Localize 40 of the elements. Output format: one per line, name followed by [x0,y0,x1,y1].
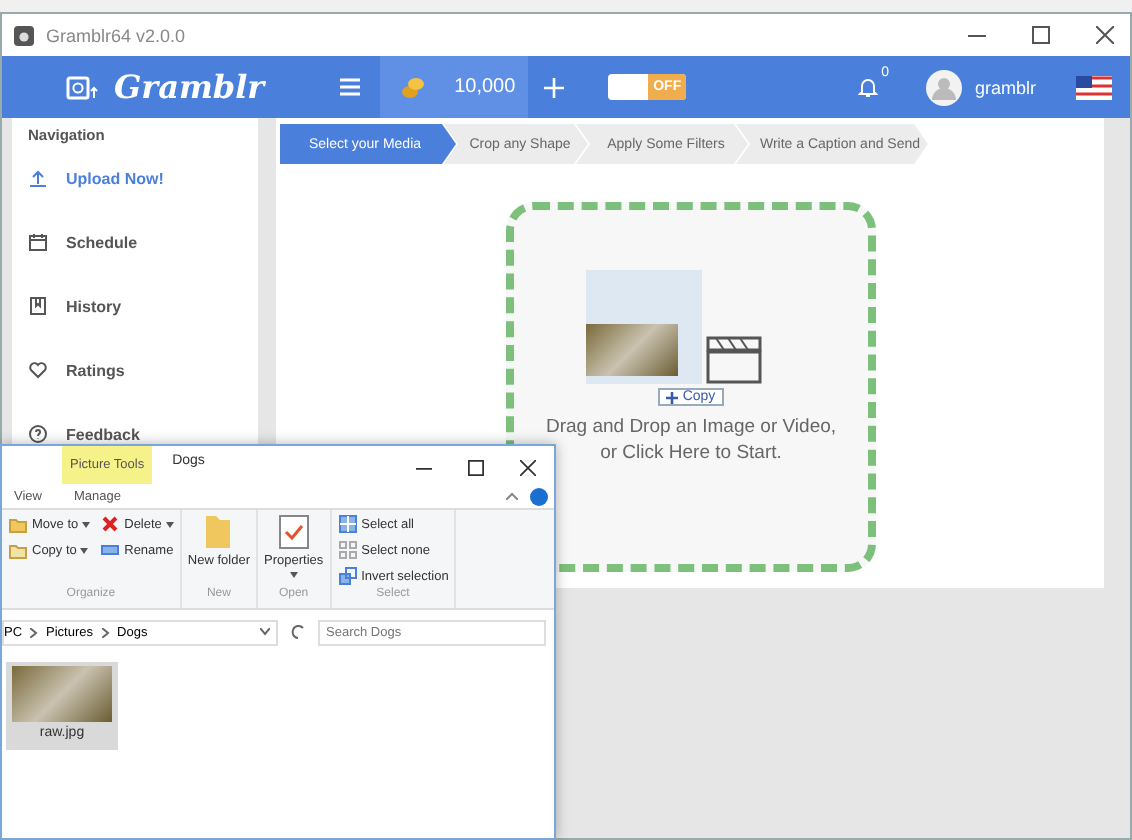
heart-icon [28,360,48,380]
sidebar-item[interactable]: Upload Now! [28,168,242,188]
maximize-icon[interactable] [1031,26,1049,44]
refresh-icon [290,624,306,640]
chevron-right-icon [30,627,39,637]
calendar-icon [28,232,48,252]
chevron-right-icon [101,627,110,637]
close-icon[interactable] [520,459,536,475]
menu-icon[interactable] [340,78,361,96]
invert-selection-icon [337,566,358,586]
chevron-down-icon [260,628,270,636]
username: gramblr [974,77,1036,97]
maximize-icon[interactable] [468,459,484,475]
avatar [926,69,963,105]
photo-placeholder [12,666,112,722]
folder-icon [204,514,233,550]
coin-count: 10,000 [454,76,516,98]
sidebar-item[interactable]: Schedule [28,232,242,252]
window-title: Gramblr64 v2.0.0 [46,25,188,45]
app-logo-icon [14,25,34,45]
camera-upload-icon [66,74,98,100]
bell-icon[interactable] [858,76,879,98]
delete-icon [100,514,121,534]
sidebar-item[interactable]: Ratings [28,360,242,380]
rename-icon [100,540,121,560]
brand-logo: Gramblr [114,68,265,106]
clapperboard-icon [705,332,761,384]
chevron-up-icon [506,492,518,500]
select-none-icon [337,540,358,560]
sidebar-item[interactable]: Feedback [28,424,242,444]
sidebar-item[interactable]: History [28,296,242,316]
plus-icon [666,391,679,403]
drop-instructions: Drag and Drop an Image or Video, or Click Here to Start. [545,414,837,466]
photo-placeholder [585,324,677,376]
close-icon[interactable] [1095,26,1113,44]
book-icon [28,296,48,316]
flag-icon [1076,75,1112,99]
upload-icon [28,168,48,188]
coins-icon [400,74,427,100]
plus-icon[interactable] [544,77,565,97]
